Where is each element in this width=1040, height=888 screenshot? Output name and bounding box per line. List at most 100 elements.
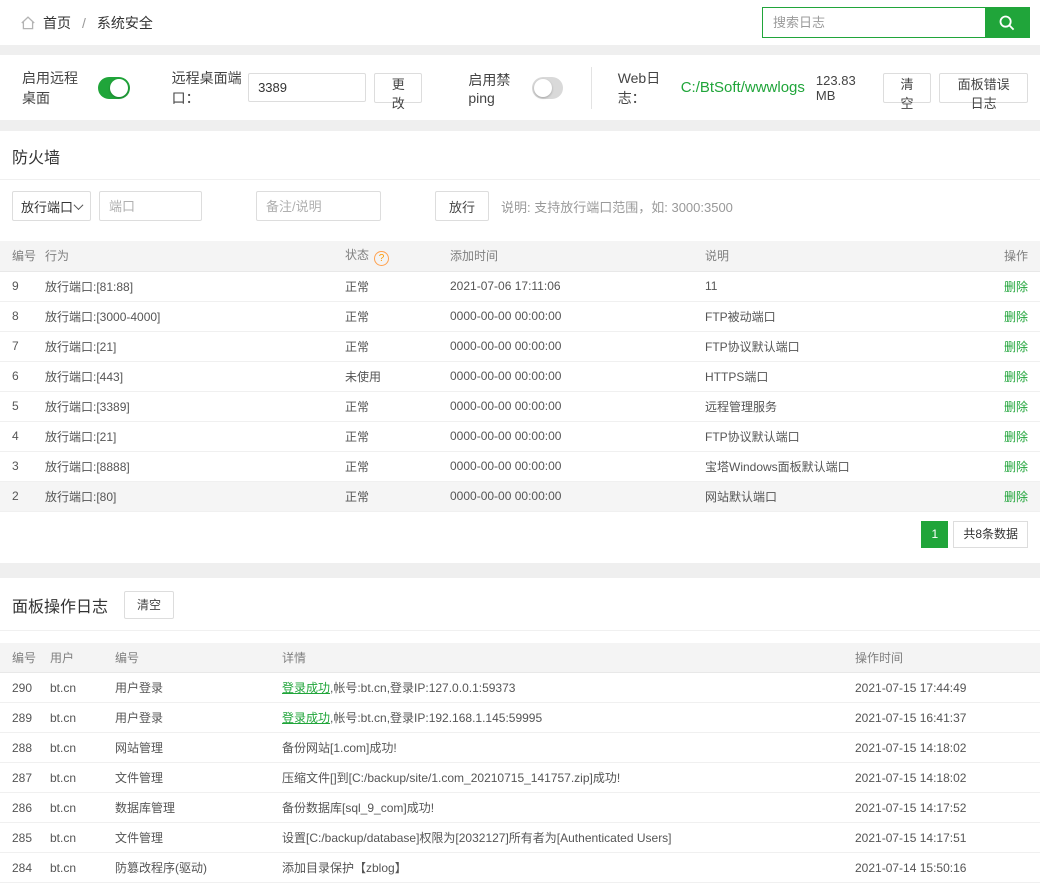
search-button[interactable] xyxy=(985,8,1029,37)
clear-oplog-button[interactable]: 清空 xyxy=(124,591,174,619)
operation-log-table-body: 290bt.cn用户登录登录成功,帐号:bt.cn,登录IP:127.0.0.1… xyxy=(0,673,1040,888)
chevron-down-icon xyxy=(74,200,84,210)
delete-link[interactable]: 删除 xyxy=(1004,460,1028,474)
cell-time: 2021-07-15 17:44:49 xyxy=(855,673,1040,703)
page-title: 系统安全 xyxy=(97,13,153,33)
cell-user: bt.cn xyxy=(50,883,115,888)
cell-id: 283 xyxy=(0,883,50,888)
change-port-button[interactable]: 更改 xyxy=(374,73,422,103)
col-user-header: 用户 xyxy=(50,643,115,673)
cell-time: 2021-07-14 15:46:58 xyxy=(855,883,1040,888)
firewall-table-row: 7放行端口:[21]正常0000-00-00 00:00:00FTP协议默认端口… xyxy=(0,331,1040,361)
firewall-table-body: 9放行端口:[81:88]正常2021-07-06 17:11:0611删除8放… xyxy=(0,271,1040,511)
cell-note: 网站默认端口 xyxy=(705,481,995,511)
delete-link[interactable]: 删除 xyxy=(1004,340,1028,354)
cell-type: 用户登录 xyxy=(115,703,282,733)
firewall-table-row: 5放行端口:[3389]正常0000-00-00 00:00:00远程管理服务删… xyxy=(0,391,1040,421)
login-success-link[interactable]: 登录成功 xyxy=(282,711,330,725)
delete-link[interactable]: 删除 xyxy=(1004,430,1028,444)
delete-link[interactable]: 删除 xyxy=(1004,370,1028,384)
login-success-link[interactable]: 登录成功 xyxy=(282,681,330,695)
col-id-header: 编号 xyxy=(0,241,45,271)
status-help-icon[interactable]: ? xyxy=(374,251,389,266)
note-input[interactable] xyxy=(256,191,381,221)
cell-id: 7 xyxy=(0,331,45,361)
breadcrumb-home-link[interactable]: 首页 xyxy=(43,13,71,33)
firewall-table-row: 2放行端口:[80]正常0000-00-00 00:00:00网站默认端口删除 xyxy=(0,481,1040,511)
cell-status: 未使用 xyxy=(345,361,450,391)
cell-type: 网站管理 xyxy=(115,883,282,888)
home-icon xyxy=(20,15,36,31)
cell-id: 4 xyxy=(0,421,45,451)
firewall-table-row: 6放行端口:[443]未使用0000-00-00 00:00:00HTTPS端口… xyxy=(0,361,1040,391)
cell-user: bt.cn xyxy=(50,703,115,733)
search-input[interactable] xyxy=(763,8,985,37)
cell-type: 文件管理 xyxy=(115,763,282,793)
cell-id: 289 xyxy=(0,703,50,733)
cell-status: 正常 xyxy=(345,331,450,361)
cell-detail: 设置[C:/backup/database]权限为[2032127]所有者为[A… xyxy=(282,823,855,853)
cell-added: 0000-00-00 00:00:00 xyxy=(450,391,705,421)
cell-user: bt.cn xyxy=(50,673,115,703)
delete-link[interactable]: 删除 xyxy=(1004,490,1028,504)
firewall-title-row: 防火墙 xyxy=(0,131,1040,180)
clear-weblog-button[interactable]: 清空 xyxy=(883,73,931,103)
breadcrumb: 首页 / 系统安全 xyxy=(20,13,153,33)
cell-action: 放行端口:[80] xyxy=(45,481,345,511)
col-added-header: 添加时间 xyxy=(450,241,705,271)
cell-type: 用户登录 xyxy=(115,673,282,703)
breadcrumb-separator: / xyxy=(82,15,86,31)
col-note-header: 说明 xyxy=(705,241,995,271)
col-status-header: 状态? xyxy=(345,241,450,271)
cell-actions: 删除 xyxy=(995,301,1040,331)
disable-ping-toggle[interactable] xyxy=(532,77,563,99)
cell-note: 宝塔Windows面板默认端口 xyxy=(705,451,995,481)
cell-id: 6 xyxy=(0,361,45,391)
firewall-table: 编号 行为 状态? 添加时间 说明 操作 9放行端口:[81:88]正常2021… xyxy=(0,241,1040,512)
page-number-button[interactable]: 1 xyxy=(921,521,948,548)
col-time-header: 操作时间 xyxy=(855,643,1040,673)
firewall-panel: 防火墙 放行端口 放行 说明: 支持放行端口范围，如: 3000:3500 编号… xyxy=(0,131,1040,563)
operation-log-header: 编号 用户 编号 详情 操作时间 xyxy=(0,643,1040,673)
cell-user: bt.cn xyxy=(50,793,115,823)
panel-error-log-button[interactable]: 面板错误日志 xyxy=(939,73,1028,103)
cell-actions: 删除 xyxy=(995,391,1040,421)
remote-desktop-toggle[interactable] xyxy=(98,77,129,99)
cell-id: 288 xyxy=(0,733,50,763)
delete-link[interactable]: 删除 xyxy=(1004,400,1028,414)
firewall-title: 防火墙 xyxy=(12,144,60,168)
cell-status: 正常 xyxy=(345,421,450,451)
rule-type-select[interactable]: 放行端口 xyxy=(12,191,91,221)
cell-detail: 添加目录保护【zblog】 xyxy=(282,853,855,883)
allow-port-button[interactable]: 放行 xyxy=(435,191,489,221)
operation-log-row: 287bt.cn文件管理压缩文件[]到[C:/backup/site/1.com… xyxy=(0,763,1040,793)
operation-log-row: 286bt.cn数据库管理备份数据库[sql_9_com]成功!2021-07-… xyxy=(0,793,1040,823)
cell-note: FTP协议默认端口 xyxy=(705,331,995,361)
cell-id: 290 xyxy=(0,673,50,703)
port-input[interactable] xyxy=(99,191,202,221)
cell-added: 0000-00-00 00:00:00 xyxy=(450,331,705,361)
toggle-knob xyxy=(534,79,552,97)
cell-type: 网站管理 xyxy=(115,733,282,763)
cell-detail: 网站[9.com]添加域名[192.168.1.120]成功! xyxy=(282,883,855,888)
operation-log-panel: 面板操作日志 清空 编号 用户 编号 详情 操作时间 290bt.cn用户登录登… xyxy=(0,578,1040,888)
col-detail-header: 详情 xyxy=(282,643,855,673)
operation-log-row: 289bt.cn用户登录登录成功,帐号:bt.cn,登录IP:192.168.1… xyxy=(0,703,1040,733)
cell-note: FTP被动端口 xyxy=(705,301,995,331)
toggle-knob xyxy=(110,79,128,97)
remote-port-input[interactable] xyxy=(248,73,366,102)
cell-id: 9 xyxy=(0,271,45,301)
weblog-path-link[interactable]: C:/BtSoft/wwwlogs xyxy=(681,79,805,96)
delete-link[interactable]: 删除 xyxy=(1004,280,1028,294)
cell-type: 文件管理 xyxy=(115,823,282,853)
firewall-table-header: 编号 行为 状态? 添加时间 说明 操作 xyxy=(0,241,1040,271)
cell-added: 0000-00-00 00:00:00 xyxy=(450,301,705,331)
firewall-table-row: 4放行端口:[21]正常0000-00-00 00:00:00FTP协议默认端口… xyxy=(0,421,1040,451)
col-type-header: 编号 xyxy=(115,643,282,673)
cell-added: 0000-00-00 00:00:00 xyxy=(450,421,705,451)
cell-action: 放行端口:[443] xyxy=(45,361,345,391)
cell-detail: 登录成功,帐号:bt.cn,登录IP:127.0.0.1:59373 xyxy=(282,673,855,703)
cell-note: 远程管理服务 xyxy=(705,391,995,421)
delete-link[interactable]: 删除 xyxy=(1004,310,1028,324)
cell-actions: 删除 xyxy=(995,481,1040,511)
